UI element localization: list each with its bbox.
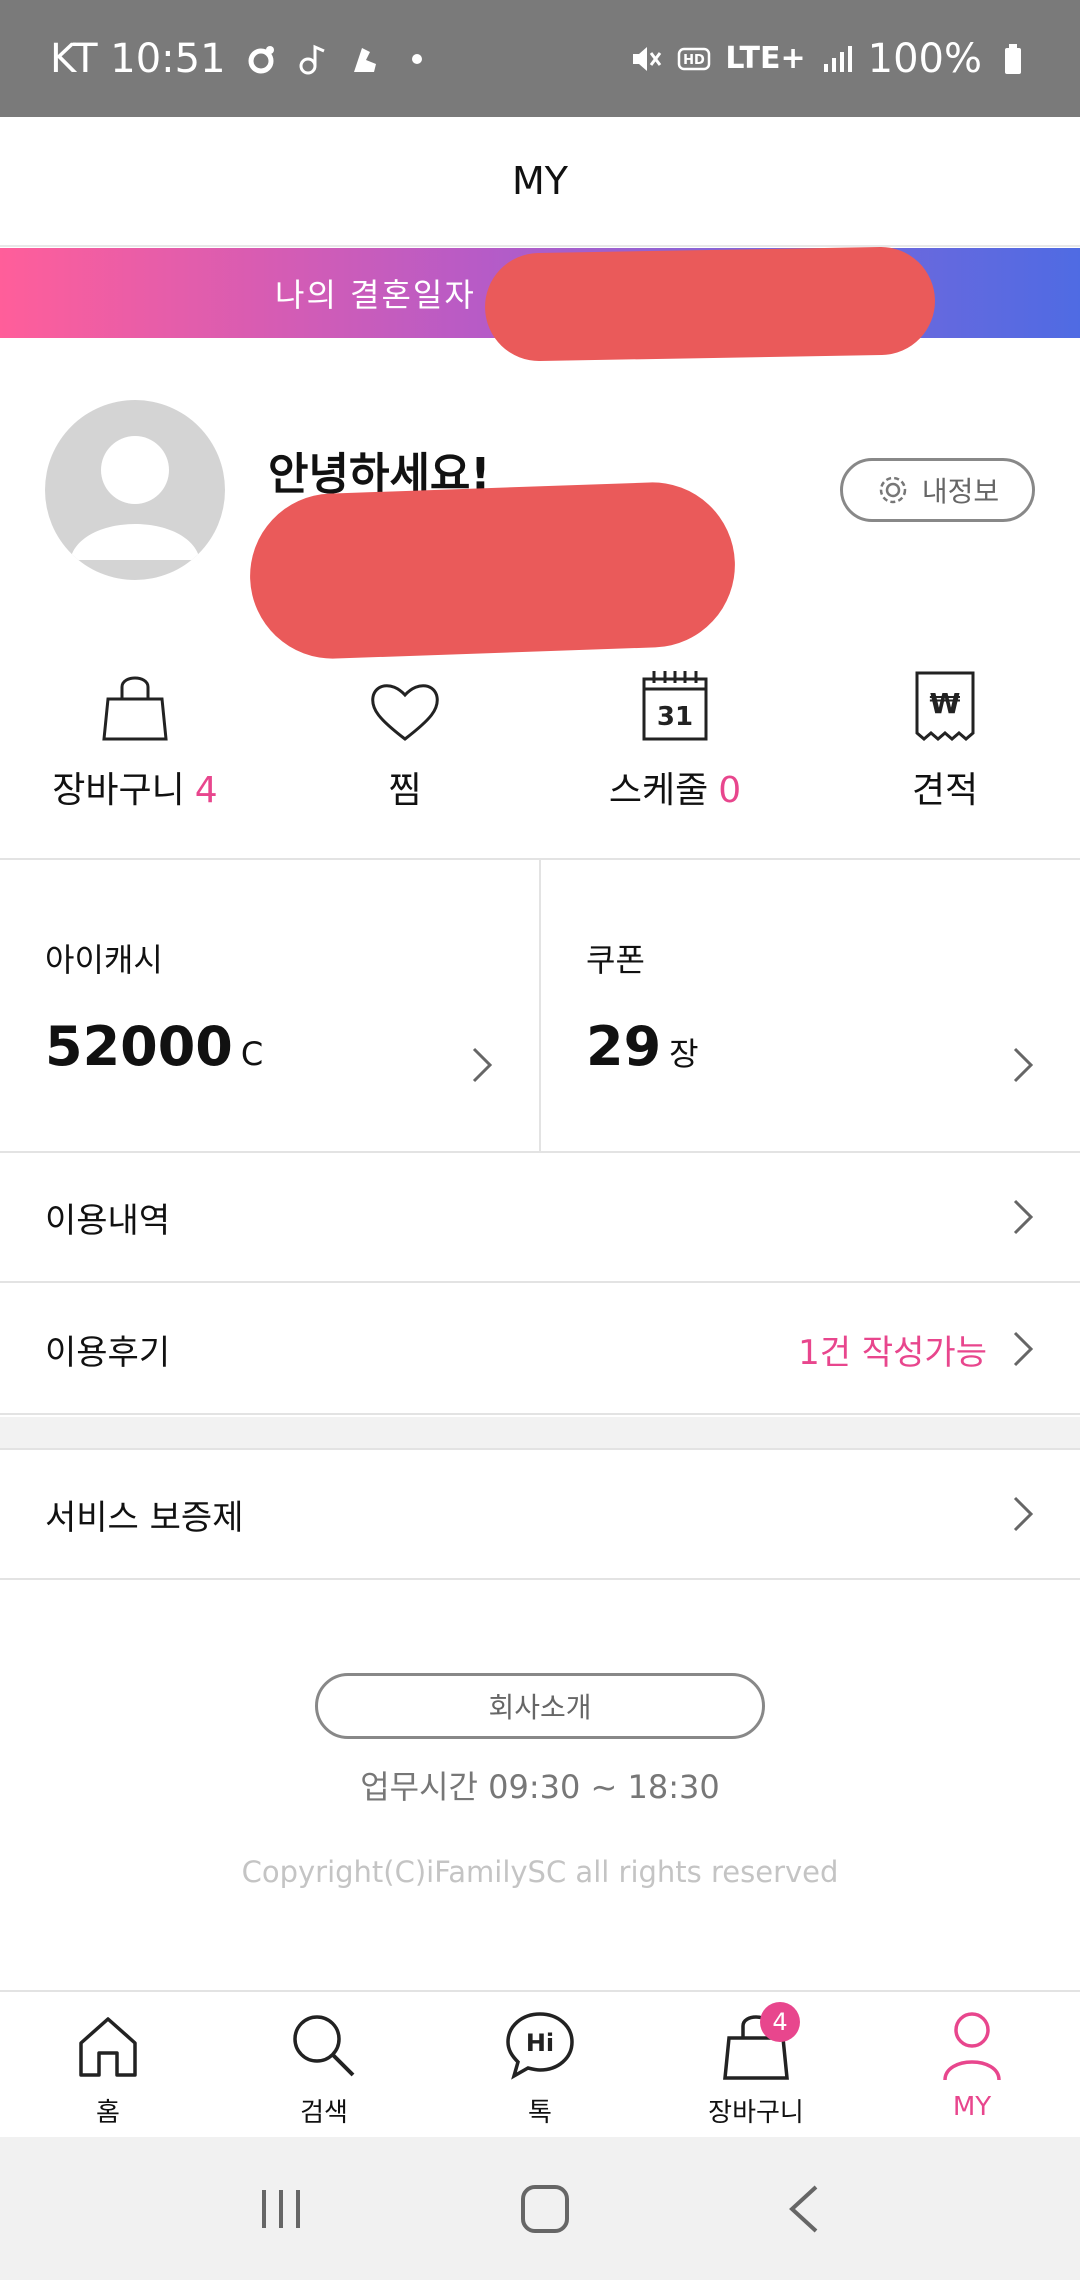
usage-history-label: 이용내역 — [45, 1200, 171, 1241]
carrier-time: KT 10:51 — [50, 35, 226, 82]
coupon-value: 29 — [586, 1015, 662, 1078]
search-icon — [293, 2015, 355, 2077]
tab-my-label: MY — [952, 2092, 992, 2122]
coupon-card[interactable]: 쿠폰 29 장 — [539, 860, 1080, 1151]
quick-menu: 장바구니 4 찜 31 스케줄 0 ₩ 견적 — [0, 653, 1080, 813]
shopping-bag-icon — [102, 676, 168, 741]
heart-icon — [371, 684, 439, 741]
home-icon — [79, 2017, 137, 2077]
chevron-right-icon — [472, 1047, 493, 1083]
chevron-right-icon — [1013, 1331, 1034, 1367]
coupon-title: 쿠폰 — [586, 941, 645, 979]
wedding-date-banner[interactable]: 나의 결혼일자 — [0, 246, 1080, 362]
reviews-status: 1건 작성가능 — [798, 1332, 987, 1373]
copyright-text: Copyright(C)iFamilySC all rights reserve… — [241, 1855, 839, 1889]
service-guarantee-label: 서비스 보증제 — [45, 1497, 244, 1538]
record-icon — [248, 45, 274, 73]
hd-icon: HD — [678, 47, 711, 70]
network-type: LTE+ — [725, 41, 806, 76]
tab-cart[interactable]: 4 장바구니 — [648, 1992, 864, 2137]
tab-talk[interactable]: Hi 톡 — [432, 1992, 648, 2137]
person-icon — [70, 436, 200, 560]
quick-wishlist-label: 찜 — [388, 770, 422, 811]
menu-service-guarantee[interactable]: 서비스 보증제 — [0, 1450, 1080, 1580]
won-symbol: ₩ — [930, 687, 961, 720]
menu-usage-history[interactable]: 이용내역 — [0, 1153, 1080, 1283]
shoe-icon — [353, 47, 376, 72]
coupon-unit: 장 — [669, 1035, 699, 1073]
calendar-day: 31 — [657, 702, 693, 732]
icash-unit: C — [240, 1035, 264, 1073]
won-receipt-icon: ₩ — [915, 671, 975, 741]
icash-card[interactable]: 아이캐시 52000 C — [0, 860, 539, 1151]
svg-text:HD: HD — [684, 53, 706, 68]
bottom-tab-bar: 홈 검색 Hi 톡 4 장바구니 MY — [0, 1990, 1080, 2137]
quick-cart-label: 장바구니 — [52, 770, 185, 811]
tab-search-label: 검색 — [300, 2098, 348, 2128]
quick-schedule-count: 0 — [718, 770, 742, 811]
recent-apps-icon[interactable] — [256, 2184, 306, 2234]
quick-schedule[interactable]: 31 스케줄 0 — [540, 653, 810, 813]
section-divider — [0, 1417, 1080, 1450]
home-button-icon[interactable] — [518, 2182, 572, 2236]
avatar[interactable] — [45, 400, 225, 580]
quick-estimate[interactable]: ₩ 견적 — [810, 653, 1080, 813]
app-header: MY — [0, 117, 1080, 247]
chevron-right-icon — [1013, 1496, 1034, 1532]
chat-hi-text: Hi — [526, 2029, 554, 2057]
my-info-button[interactable]: 내정보 — [840, 458, 1035, 522]
cart-badge: 4 — [760, 2002, 800, 2042]
quick-schedule-label: 스케줄 — [608, 770, 709, 811]
my-info-label: 내정보 — [921, 475, 1000, 508]
quick-cart[interactable]: 장바구니 4 — [0, 653, 270, 813]
chevron-right-icon — [1013, 1199, 1034, 1235]
tab-my[interactable]: MY — [864, 1992, 1080, 2137]
quick-cart-count: 4 — [194, 770, 218, 811]
company-intro-button[interactable]: 회사소개 — [315, 1673, 765, 1739]
music-note-icon — [299, 44, 325, 74]
signal-icon — [823, 45, 852, 72]
wedding-date-label: 나의 결혼일자 — [275, 276, 476, 314]
calendar-icon: 31 — [642, 671, 708, 741]
quick-wishlist[interactable]: 찜 — [270, 653, 540, 813]
tab-search[interactable]: 검색 — [216, 1992, 432, 2137]
tab-home[interactable]: 홈 — [0, 1992, 216, 2137]
dot-icon — [411, 53, 422, 64]
tab-cart-label: 장바구니 — [708, 2098, 804, 2128]
battery-percent: 100% — [867, 35, 982, 82]
business-hours: 업무시간 09:30 ~ 18:30 — [360, 1768, 720, 1806]
system-nav-bar — [0, 2137, 1080, 2280]
points-section: 아이캐시 52000 C 쿠폰 29 장 — [0, 858, 1080, 1153]
chat-hi-icon: Hi — [506, 2012, 574, 2080]
profile-section: 안녕하세요! 내정보 장바구니 4 찜 31 스케줄 0 ₩ 견적 — [0, 338, 1080, 858]
back-icon[interactable] — [784, 2182, 824, 2236]
chevron-right-icon — [1013, 1047, 1034, 1083]
menu-reviews[interactable]: 이용후기 1건 작성가능 — [0, 1285, 1080, 1415]
reviews-label: 이용후기 — [45, 1332, 171, 1373]
battery-icon — [1005, 43, 1021, 74]
gear-icon — [879, 476, 907, 504]
mute-icon — [633, 46, 662, 71]
quick-estimate-label: 견적 — [911, 770, 979, 811]
company-intro-label: 회사소개 — [488, 1691, 592, 1724]
status-bar: KT 10:51 HD LTE+ 100% — [0, 0, 1080, 117]
tab-home-label: 홈 — [96, 2098, 120, 2128]
tab-talk-label: 톡 — [528, 2098, 552, 2128]
icash-title: 아이캐시 — [45, 941, 163, 979]
redacted-user-name — [247, 479, 738, 662]
icash-value: 52000 — [45, 1015, 233, 1078]
page-title: MY — [512, 159, 568, 203]
person-icon — [943, 2012, 1001, 2081]
